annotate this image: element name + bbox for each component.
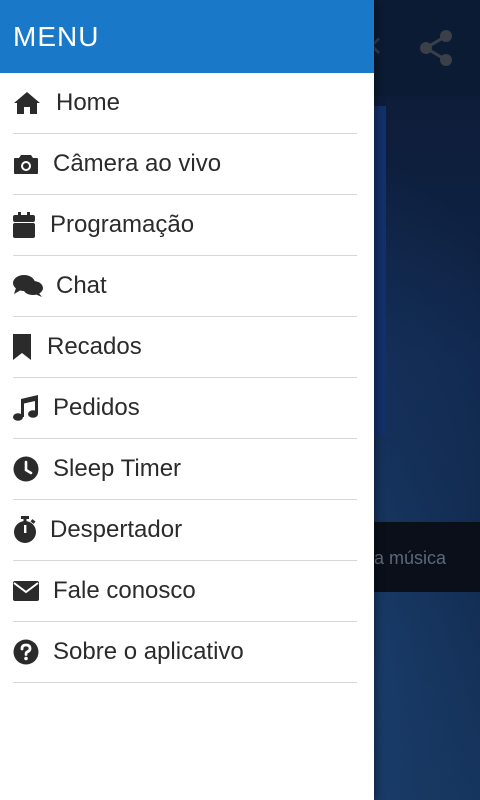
menu-item-fale-conosco[interactable]: Fale conosco [13,561,357,622]
menu-item-label: Home [56,89,121,116]
menu-item-label: Fale conosco [53,577,196,604]
clock-icon [13,455,53,483]
menu-item-pedidos[interactable]: Pedidos [13,378,357,439]
menu-item-despertador[interactable]: Despertador [13,500,357,561]
home-icon [13,89,56,117]
menu-list: Home Câmera ao vivo Programação Chat Rec… [0,73,374,683]
drawer-header: MENU [0,0,374,73]
envelope-icon [13,577,53,605]
menu-item-recados[interactable]: Recados [13,317,357,378]
menu-item-programacao[interactable]: Programação [13,195,357,256]
menu-item-chat[interactable]: Chat [13,256,357,317]
chat-icon [13,272,56,300]
menu-item-label: Câmera ao vivo [53,150,222,177]
menu-item-label: Sleep Timer [53,455,182,482]
navigation-drawer: MENU Home Câmera ao vivo Programação Cha… [0,0,374,800]
menu-item-label: Sobre o aplicativo [53,638,244,665]
now-playing-bar: a música [374,522,480,592]
menu-item-camera[interactable]: Câmera ao vivo [13,134,357,195]
help-circle-icon [13,638,53,666]
background-banner [374,106,386,436]
stopwatch-icon [13,516,50,544]
menu-item-home[interactable]: Home [13,73,357,134]
menu-item-label: Recados [47,333,142,360]
menu-item-sleep-timer[interactable]: Sleep Timer [13,439,357,500]
now-playing-text: a música [374,548,447,568]
menu-item-sobre[interactable]: Sobre o aplicativo [13,622,357,683]
share-icon[interactable] [416,28,456,68]
camera-icon [13,150,53,178]
menu-item-label: Chat [56,272,107,299]
menu-item-label: Despertador [50,516,183,543]
menu-item-label: Programação [50,211,195,238]
music-note-icon [13,394,53,422]
calendar-icon [13,211,50,239]
drawer-title: MENU [13,21,100,52]
bookmark-icon [13,333,47,361]
menu-item-label: Pedidos [53,394,140,421]
